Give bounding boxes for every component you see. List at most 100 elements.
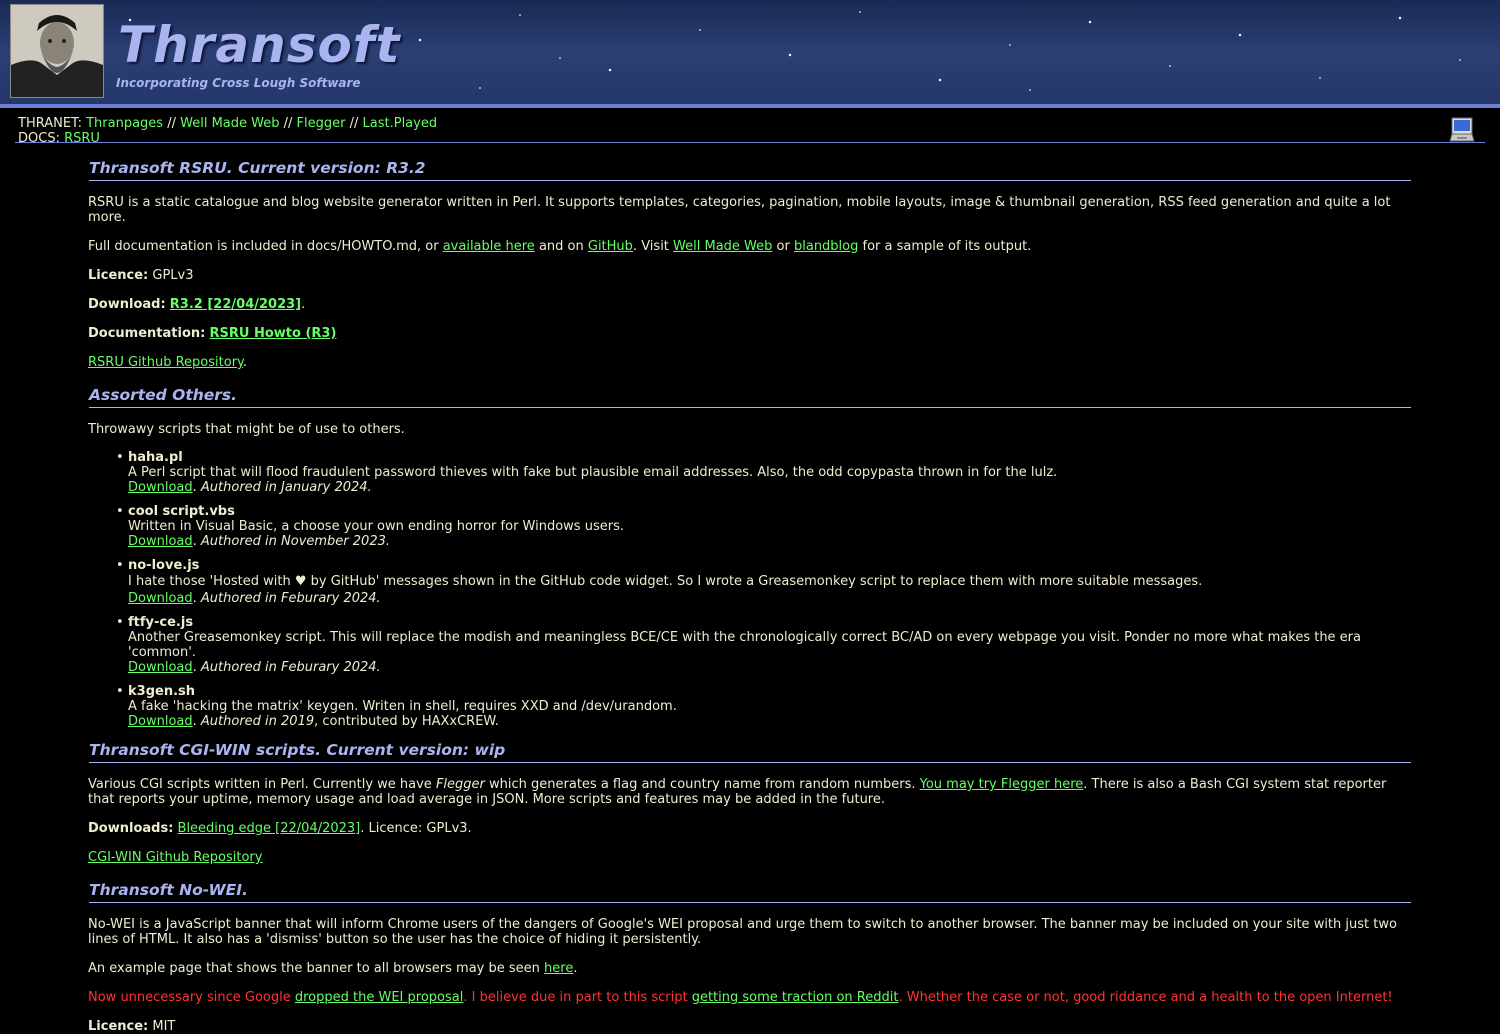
nav-link-thranpages[interactable]: Thranpages	[86, 116, 163, 131]
dropped-wei-link[interactable]: dropped the WEI proposal	[295, 990, 463, 1005]
cgi-repo-link[interactable]: CGI-WIN Github Repository	[88, 850, 262, 865]
main-content: Thransoft RSRU. Current version: R3.2 RS…	[88, 159, 1411, 1034]
download-link[interactable]: Download	[128, 480, 193, 495]
script-meta: Download. Authored in November 2023.	[128, 534, 390, 549]
download-link[interactable]: Download	[128, 660, 193, 675]
flegger-name: Flegger	[435, 777, 485, 792]
script-name: haha.pl	[128, 450, 183, 465]
try-flegger-link[interactable]: You may try Flegger here	[920, 777, 1084, 792]
licence-value: MIT	[148, 1019, 176, 1034]
thranet-nav: THRANET: Thranpages // Well Made Web // …	[18, 116, 1482, 131]
reddit-traction-link[interactable]: getting some traction on Reddit	[692, 990, 899, 1005]
others-heading: Assorted Others.	[89, 386, 1411, 408]
script-desc: I hate those 'Hosted with ♥ by GitHub' m…	[128, 574, 1203, 589]
rsru-howto-link[interactable]: RSRU Howto (R3)	[209, 326, 336, 341]
docs-nav: DOCS: RSRU	[18, 131, 1482, 146]
portrait-logo[interactable]	[10, 4, 104, 98]
site-tagline: Incorporating Cross Lough Software	[116, 76, 361, 90]
list-item: k3gen.sh A fake 'hacking the matrix' key…	[116, 684, 1411, 729]
text: for a sample of its output.	[858, 239, 1032, 254]
nowei-example: An example page that shows the banner to…	[88, 961, 1411, 976]
computer-icon[interactable]	[1449, 116, 1477, 144]
text: or	[772, 239, 794, 254]
text: which generates a flag and country name …	[484, 777, 920, 792]
nav-link-flegger[interactable]: Flegger	[297, 116, 346, 131]
rsru-intro: RSRU is a static catalogue and blog webs…	[88, 195, 1391, 225]
script-name: k3gen.sh	[128, 684, 195, 699]
text: and on	[534, 239, 588, 254]
download-label: Download:	[88, 297, 166, 312]
text: .	[573, 961, 578, 976]
blandblog-link[interactable]: blandblog	[794, 239, 858, 254]
rsru-download: Download: R3.2 [22/04/2023].	[88, 297, 306, 312]
authored-date: Authored in 2019	[200, 714, 315, 729]
rsru-licence: Licence: GPLv3	[88, 268, 1411, 283]
authored-date: Authored in Feburary 2024.	[200, 660, 381, 675]
list-item: ftfy-ce.js Another Greasemonkey script. …	[116, 615, 1411, 675]
script-desc: Another Greasemonkey script. This will r…	[128, 630, 1361, 660]
nav-separator: //	[283, 116, 293, 131]
cgi-heading: Thransoft CGI-WIN scripts. Current versi…	[89, 741, 1411, 763]
nowei-heading: Thransoft No-WEI.	[89, 881, 1411, 903]
script-meta: Download. Authored in 2019, contributed …	[128, 714, 499, 729]
contributor: , contributed by HAXxCREW.	[314, 714, 499, 729]
download-link[interactable]: Download	[128, 591, 193, 606]
available-here-link[interactable]: available here	[443, 239, 535, 254]
text: . Licence: GPLv3.	[360, 821, 472, 836]
docs-label: DOCS:	[18, 131, 60, 146]
text: . Visit	[632, 239, 674, 254]
rsru-repo-link[interactable]: RSRU Github Repository	[88, 355, 243, 370]
licence-value: GPLv3	[148, 268, 194, 283]
list-item: no-love.js I hate those 'Hosted with ♥ b…	[116, 558, 1411, 606]
nav-link-last-played[interactable]: Last.Played	[363, 116, 438, 131]
list-item: cool script.vbs Written in Visual Basic,…	[116, 504, 1411, 549]
nav-link-rsru[interactable]: RSRU	[64, 131, 100, 146]
github-link[interactable]: GitHub	[588, 239, 633, 254]
script-desc: A fake 'hacking the matrix' keygen. Writ…	[128, 699, 677, 714]
script-meta: Download. Authored in Feburary 2024.	[128, 660, 381, 675]
nowei-intro: No-WEI is a JavaScript banner that will …	[88, 917, 1397, 947]
site-banner: Thransoft Incorporating Cross Lough Soft…	[0, 0, 1500, 108]
well-made-web-link[interactable]: Well Made Web	[673, 239, 772, 254]
bleeding-edge-link[interactable]: Bleeding edge [22/04/2023]	[178, 821, 361, 836]
list-item: haha.pl A Perl script that will flood fr…	[116, 450, 1411, 495]
text: . I believe due in part to this script	[463, 990, 692, 1005]
documentation-label: Documentation:	[88, 326, 206, 341]
licence-label: Licence:	[88, 268, 149, 283]
script-desc: A Perl script that will flood fraudulent…	[128, 465, 1058, 480]
authored-date: Authored in January 2024.	[200, 480, 372, 495]
authored-date: Authored in Feburary 2024.	[200, 591, 381, 606]
text: An example page that shows the banner to…	[88, 961, 545, 976]
cgi-intro: Various CGI scripts written in Perl. Cur…	[88, 777, 1411, 807]
script-meta: Download. Authored in January 2024.	[128, 480, 372, 495]
download-link[interactable]: Download	[128, 714, 193, 729]
script-name: no-love.js	[128, 558, 200, 573]
text: Now unnecessary since Google	[88, 990, 295, 1005]
script-meta: Download. Authored in Feburary 2024.	[128, 591, 381, 606]
site-title[interactable]: Thransoft	[118, 16, 400, 74]
cgi-downloads: Downloads: Bleeding edge [22/04/2023]. L…	[88, 821, 1411, 836]
scripts-list: haha.pl A Perl script that will flood fr…	[88, 450, 1411, 729]
rsru-repo: RSRU Github Repository.	[88, 355, 248, 370]
download-link[interactable]: Download	[128, 534, 193, 549]
nav-separator: //	[349, 116, 359, 131]
rsru-heading: Thransoft RSRU. Current version: R3.2	[89, 159, 1411, 181]
portrait-image	[11, 5, 103, 97]
rsru-download-link[interactable]: R3.2 [22/04/2023]	[170, 297, 301, 312]
script-desc: Written in Visual Basic, a choose your o…	[128, 519, 624, 534]
nowei-notice: Now unnecessary since Google dropped the…	[88, 990, 1411, 1005]
script-name: cool script.vbs	[128, 504, 235, 519]
nowei-licence: Licence: MIT	[88, 1019, 1411, 1034]
text: . Whether the case or not, good riddance…	[898, 990, 1393, 1005]
rsru-docs-paragraph: Full documentation is included in docs/H…	[88, 239, 1411, 254]
example-here-link[interactable]: here	[544, 961, 573, 976]
licence-label: Licence:	[88, 1019, 149, 1034]
nav-link-well-made-web[interactable]: Well Made Web	[180, 116, 279, 131]
script-name: ftfy-ce.js	[128, 615, 194, 630]
authored-date: Authored in November 2023.	[200, 534, 390, 549]
text: Full documentation is included in docs/H…	[88, 239, 443, 254]
nav-separator: //	[167, 116, 176, 131]
rsru-documentation: Documentation: RSRU Howto (R3)	[88, 326, 1411, 341]
cgi-repo: CGI-WIN Github Repository	[88, 850, 1411, 865]
others-intro: Throwawy scripts that might be of use to…	[88, 422, 405, 437]
